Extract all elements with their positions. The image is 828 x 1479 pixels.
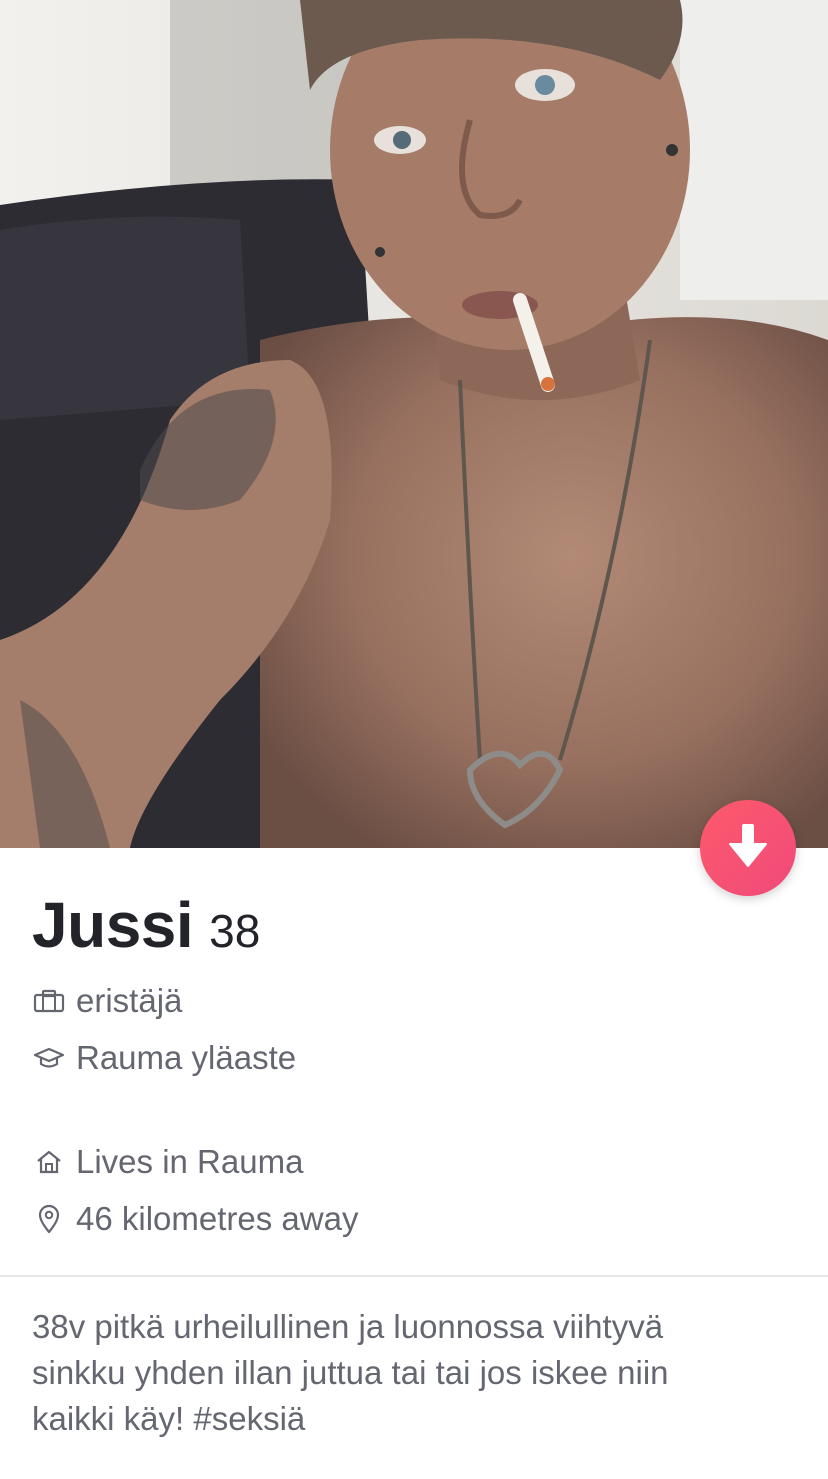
distance-row: 46 kilometres away — [32, 1200, 358, 1238]
profile-bio: 38v pitkä urheilullinen ja luonnossa vii… — [32, 1308, 669, 1437]
profile-name: Jussi — [32, 889, 194, 961]
job-text: eristäjä — [76, 982, 183, 1019]
divider — [0, 1275, 828, 1277]
location-pin-icon — [32, 1202, 66, 1236]
distance-text: 46 kilometres away — [76, 1200, 359, 1237]
graduation-cap-icon — [32, 1041, 66, 1075]
school-text: Rauma yläaste — [76, 1039, 297, 1076]
job-row: eristäjä — [32, 982, 182, 1020]
collapse-profile-button[interactable] — [700, 800, 796, 896]
profile-age: 38 — [209, 905, 261, 957]
arrow-down-icon — [728, 823, 768, 873]
lives-in-text: Lives in Rauma — [76, 1143, 304, 1180]
school-row: Rauma yläaste — [32, 1039, 296, 1077]
briefcase-icon — [32, 984, 66, 1018]
profile-photo[interactable] — [0, 0, 828, 848]
name-age-row: Jussi 38 — [32, 888, 260, 962]
lives-in-row: Lives in Rauma — [32, 1143, 303, 1181]
home-icon — [32, 1145, 66, 1179]
